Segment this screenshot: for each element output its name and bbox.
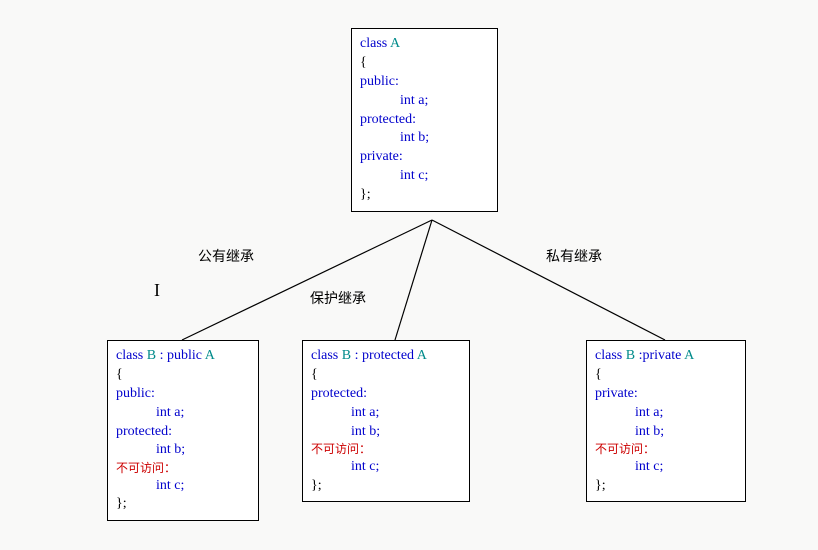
member-c: int c; (116, 477, 250, 496)
section-private: private: (360, 148, 489, 167)
keyword-class: class (360, 36, 390, 51)
open-brace: { (595, 366, 737, 385)
open-brace: { (360, 54, 489, 73)
open-brace: { (116, 366, 250, 385)
close-brace: }; (116, 495, 250, 514)
member-b: int b; (311, 423, 461, 442)
member-c: int c; (595, 458, 737, 477)
section-protected: protected: (116, 423, 250, 442)
section-public: public: (116, 385, 250, 404)
class-b-private-decl: class B :private A (595, 347, 737, 366)
member-a: int a; (595, 404, 737, 423)
section-private: private: (595, 385, 737, 404)
section-public: public: (360, 73, 489, 92)
label-public-inherit: 公有继承 (198, 246, 254, 266)
member-b: int b; (595, 423, 737, 442)
label-private-inherit: 私有继承 (546, 246, 602, 266)
label-protected-inherit: 保护继承 (310, 288, 366, 308)
close-brace: }; (311, 477, 461, 496)
member-b: int b; (360, 129, 489, 148)
no-access-label: 不可访问： (595, 441, 737, 457)
close-brace: }; (595, 477, 737, 496)
member-a: int a; (116, 404, 250, 423)
class-a-box: class A { public: int a; protected: int … (351, 28, 498, 212)
no-access-label: 不可访问： (116, 460, 250, 476)
section-protected: protected: (360, 111, 489, 130)
class-a-name: A (390, 36, 400, 51)
no-access-label: 不可访问： (311, 441, 461, 457)
class-b-protected-decl: class B : protected A (311, 347, 461, 366)
member-a: int a; (311, 404, 461, 423)
member-c: int c; (360, 167, 489, 186)
text-cursor-icon: I (154, 280, 160, 301)
open-brace: { (311, 366, 461, 385)
member-a: int a; (360, 92, 489, 111)
member-b: int b; (116, 441, 250, 460)
section-protected: protected: (311, 385, 461, 404)
class-b-protected-box: class B : protected A { protected: int a… (302, 340, 470, 502)
class-b-private-box: class B :private A { private: int a; int… (586, 340, 746, 502)
member-c: int c; (311, 458, 461, 477)
class-b-public-decl: class B : public A (116, 347, 250, 366)
class-b-public-box: class B : public A { public: int a; prot… (107, 340, 259, 521)
close-brace: }; (360, 186, 489, 205)
class-a-decl: class A (360, 35, 489, 54)
